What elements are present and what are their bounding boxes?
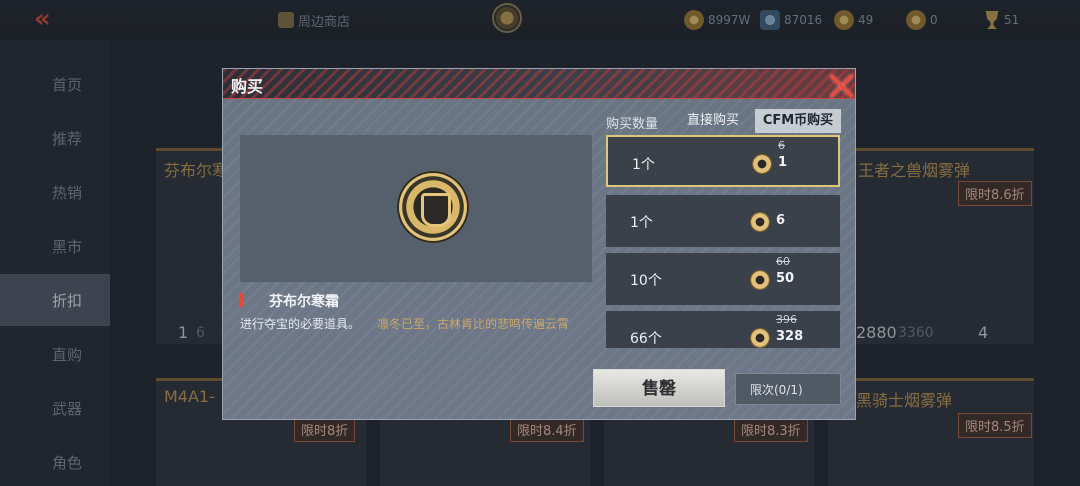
- item-preview: [240, 135, 592, 282]
- sold-out-button[interactable]: 售罄: [593, 369, 725, 407]
- quantity-option[interactable]: 66个 396 328: [606, 311, 840, 348]
- option-price: 328: [776, 329, 804, 344]
- quantity-option-list[interactable]: 1个 6 1 1个 6 10个 60 50 66个 396 328: [606, 135, 842, 348]
- title-accent-bar: [240, 293, 243, 307]
- cfm-coin-icon: [752, 154, 772, 174]
- option-old-price: 6: [778, 139, 785, 152]
- tab-cfm-coin-buy[interactable]: CFM币购买: [755, 109, 841, 133]
- option-quantity: 66个: [630, 331, 662, 347]
- quantity-option[interactable]: 1个 6 1: [606, 135, 840, 187]
- item-name: 芬布尔寒霜: [269, 294, 339, 310]
- item-flavor-text: 凛冬已至，古林肯比的悲鸣传遍云霄: [377, 317, 570, 331]
- option-old-price: 396: [776, 313, 797, 326]
- option-quantity: 1个: [630, 215, 653, 231]
- cfm-coin-icon: [750, 270, 770, 290]
- fimbul-frost-token-icon: [397, 171, 469, 243]
- tab-direct-buy[interactable]: 直接购买: [677, 109, 749, 133]
- purchase-limit-button[interactable]: 限次(0/1): [735, 373, 841, 405]
- quantity-option[interactable]: 1个 6: [606, 195, 840, 247]
- option-price: 50: [776, 271, 795, 286]
- item-description: 进行夺宝的必要道具。: [240, 317, 361, 331]
- dialog-header: 购买: [223, 69, 855, 99]
- option-price: 1: [778, 155, 788, 170]
- option-quantity: 10个: [630, 273, 662, 289]
- quantity-label: 购买数量: [606, 117, 659, 132]
- option-price: 6: [776, 213, 786, 228]
- cfm-coin-icon: [750, 328, 770, 348]
- option-quantity: 1个: [632, 157, 655, 173]
- dialog-title: 购买: [231, 77, 264, 96]
- close-icon[interactable]: [825, 69, 857, 101]
- purchase-dialog: 购买 芬布尔寒霜 进行夺宝的必要道具。 凛冬已至，古林肯比的悲鸣传遍云霄 购买数…: [222, 68, 856, 420]
- option-old-price: 60: [776, 255, 790, 268]
- quantity-option[interactable]: 10个 60 50: [606, 253, 840, 305]
- cfm-coin-icon: [750, 212, 770, 232]
